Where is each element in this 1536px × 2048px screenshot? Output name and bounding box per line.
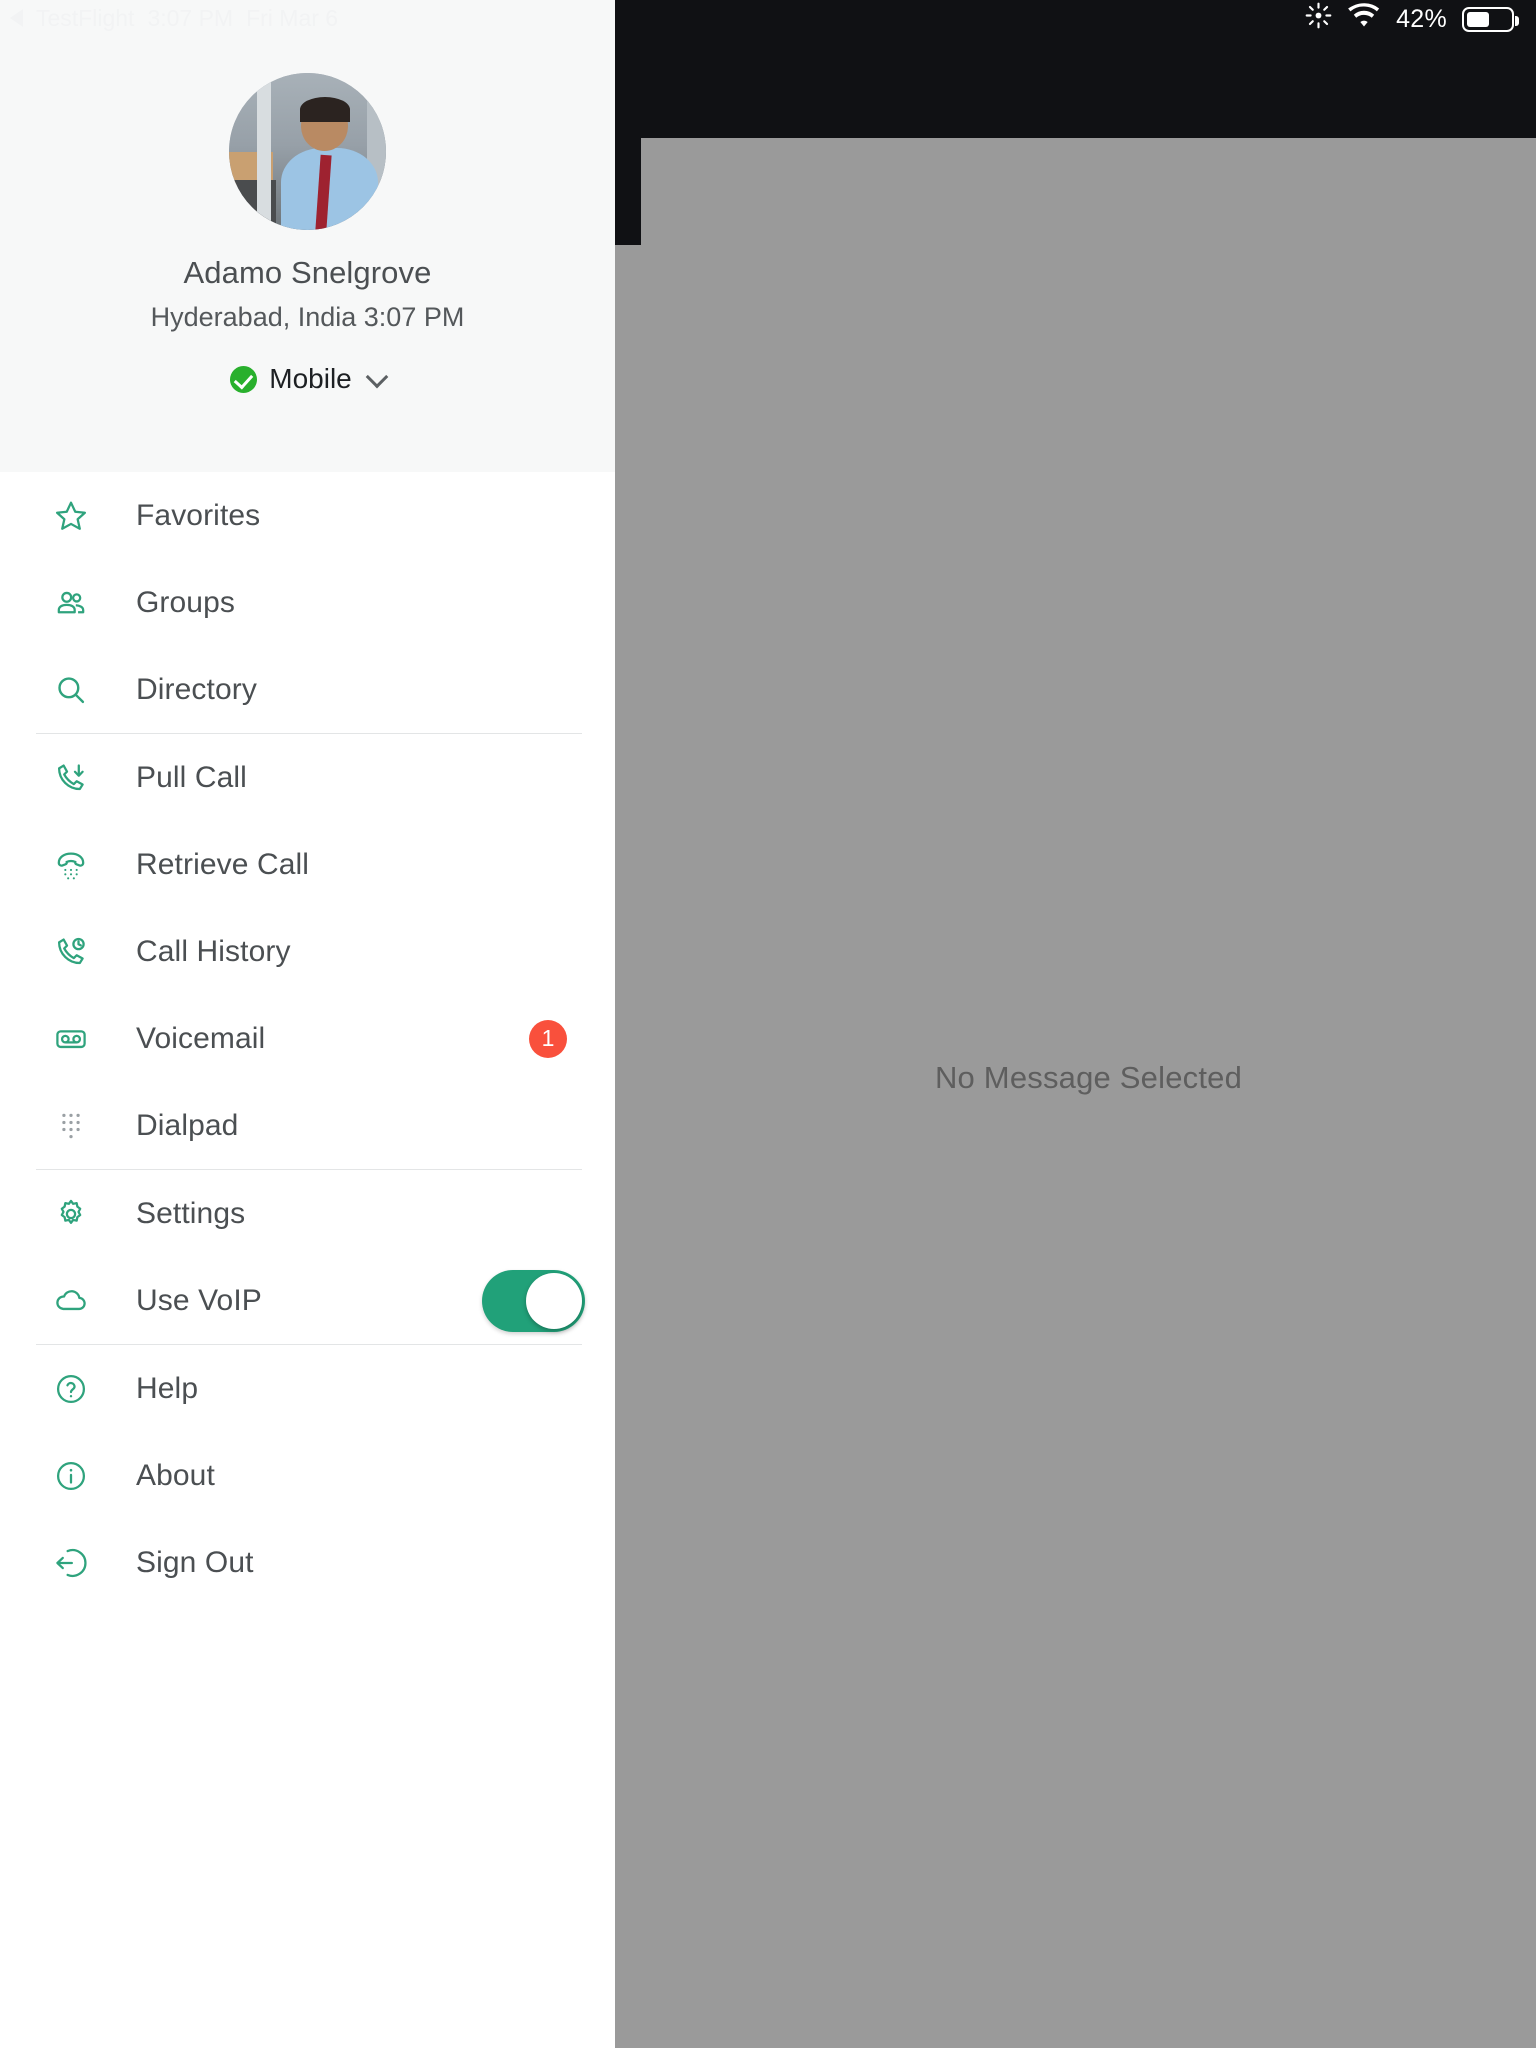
sidebar-item-voicemail[interactable]: Voicemail 1 (0, 995, 615, 1082)
sidebar-item-label: Favorites (136, 498, 261, 532)
cloud-icon (50, 1280, 92, 1322)
voicemail-icon (50, 1018, 92, 1060)
voicemail-badge: 1 (529, 1019, 567, 1058)
sidebar-item-about[interactable]: About (0, 1432, 615, 1519)
brightness-icon (1305, 2, 1332, 36)
phone-down-arrow-icon (50, 757, 92, 799)
sidebar-item-help[interactable]: Help (0, 1345, 615, 1432)
sidebar-item-label: Use VoIP (136, 1283, 262, 1317)
statusbar-time: 3:07 PM (147, 4, 234, 31)
check-circle-icon (230, 365, 258, 393)
empty-state-label: No Message Selected (934, 1060, 1243, 1095)
sign-out-icon (50, 1542, 92, 1584)
back-app-label[interactable]: TestFlight (36, 5, 134, 32)
app-root: No Message Selected 42% TestFlight 3:07 … (0, 0, 1536, 2048)
profile-name: Adamo Snelgrove (183, 255, 432, 290)
sidebar-item-label: Voicemail (136, 1021, 266, 1055)
battery-icon (1462, 6, 1519, 32)
wifi-icon (1347, 2, 1381, 36)
phone-clock-icon (50, 931, 92, 973)
sidebar-item-label: Dialpad (136, 1108, 239, 1142)
sidebar-item-use-voip[interactable]: Use VoIP (0, 1257, 615, 1344)
star-icon (50, 495, 92, 537)
statusbar-date: Fri Mar 6 (246, 4, 339, 31)
sidebar-item-retrieve-call[interactable]: Retrieve Call (0, 821, 615, 908)
question-circle-icon (50, 1368, 92, 1410)
sidebar-item-sign-out[interactable]: Sign Out (0, 1519, 615, 1606)
sidebar-item-groups[interactable]: Groups (0, 559, 615, 646)
sidebar-item-favorites[interactable]: Favorites (0, 472, 615, 559)
back-arrow-icon[interactable] (10, 9, 23, 27)
sidebar-item-label: Call History (136, 934, 291, 968)
sidebar-item-label: Groups (136, 585, 235, 619)
sidebar-menu: Favorites Groups Directory Pull Call Ret… (0, 472, 615, 1606)
sidebar-item-label: Settings (136, 1196, 246, 1230)
sidebar-item-label: Retrieve Call (136, 847, 310, 881)
info-circle-icon (50, 1455, 92, 1497)
statusbar-right: 42% (1305, 0, 1519, 38)
detail-left-gray-strip (615, 245, 641, 2048)
people-icon (50, 582, 92, 624)
search-icon (50, 669, 92, 711)
presence-label: Mobile (269, 363, 352, 394)
sidebar-item-label: About (136, 1458, 215, 1492)
profile-header: TestFlight 3:07 PM Fri Mar 6 Adamo Snelg… (0, 0, 615, 472)
detail-left-dark-strip (615, 0, 641, 245)
ringing-handset-icon (50, 844, 92, 886)
sidebar-item-settings[interactable]: Settings (0, 1170, 615, 1257)
use-voip-toggle[interactable] (482, 1269, 585, 1332)
presence-selector[interactable]: Mobile (230, 363, 389, 395)
sidebar-item-dialpad[interactable]: Dialpad (0, 1082, 615, 1169)
dialpad-icon (50, 1105, 92, 1147)
avatar[interactable] (229, 73, 386, 230)
sidebar: TestFlight 3:07 PM Fri Mar 6 Adamo Snelg… (0, 0, 615, 2048)
sidebar-item-label: Directory (136, 672, 257, 706)
chevron-down-icon (365, 365, 389, 388)
gear-icon (50, 1193, 92, 1235)
battery-percent: 42% (1396, 4, 1447, 33)
sidebar-item-label: Help (136, 1371, 199, 1405)
sidebar-item-call-history[interactable]: Call History (0, 908, 615, 995)
sidebar-item-directory[interactable]: Directory (0, 646, 615, 733)
statusbar-left: TestFlight 3:07 PM Fri Mar 6 (0, 0, 615, 36)
sidebar-item-label: Pull Call (136, 760, 247, 794)
profile-location-time: Hyderabad, India 3:07 PM (150, 302, 465, 332)
sidebar-item-pull-call[interactable]: Pull Call (0, 734, 615, 821)
sidebar-item-label: Sign Out (136, 1545, 254, 1579)
